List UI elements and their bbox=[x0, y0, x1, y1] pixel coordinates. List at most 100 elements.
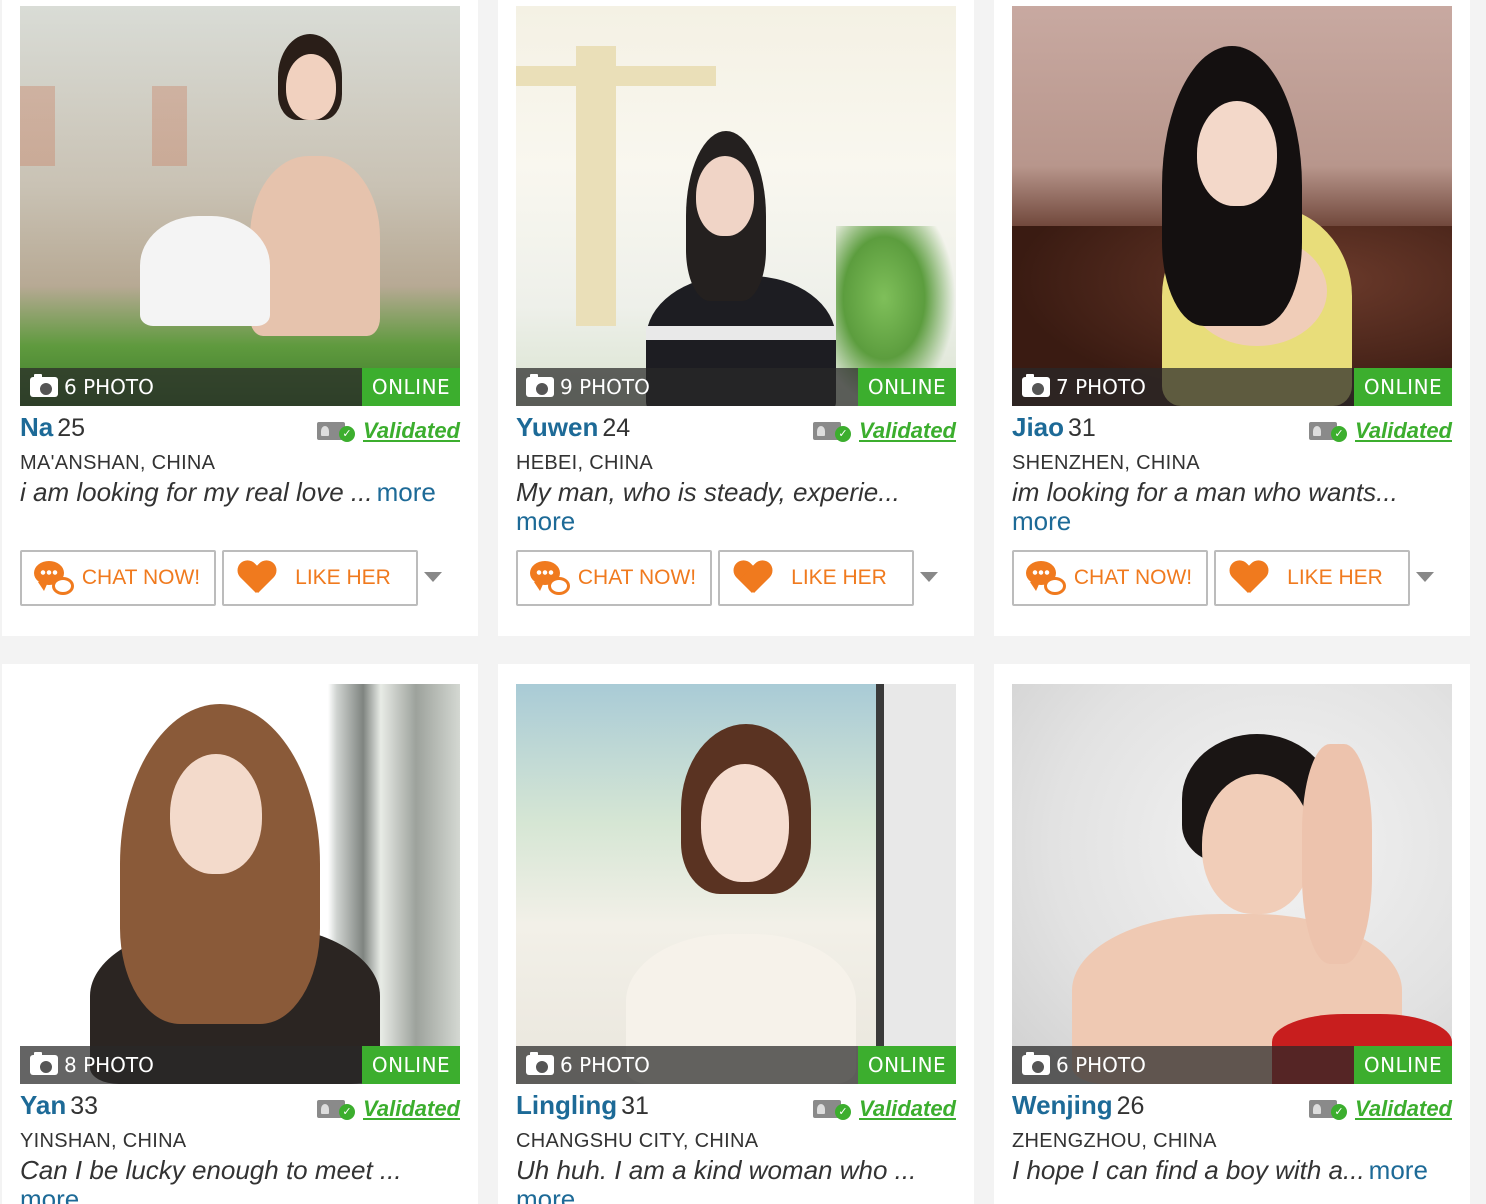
chat-now-button[interactable]: CHAT NOW! bbox=[1012, 550, 1208, 606]
chat-now-button[interactable]: CHAT NOW! bbox=[20, 550, 216, 606]
validated-badge[interactable]: ✓ Validated bbox=[317, 1096, 460, 1122]
chat-now-button[interactable]: CHAT NOW! bbox=[516, 550, 712, 606]
bio-text: My man, who is steady, experie... bbox=[516, 477, 900, 507]
validated-link[interactable]: Validated bbox=[1355, 1096, 1452, 1122]
bio-text: i am looking for my real love ... bbox=[20, 477, 373, 507]
profile-age: 31 bbox=[1068, 414, 1096, 442]
camera-icon bbox=[1022, 374, 1050, 397]
like-her-button[interactable]: LIKE HER bbox=[222, 550, 418, 606]
validated-link[interactable]: Validated bbox=[859, 1096, 956, 1122]
profile-photo[interactable]: 7 PHOTO ONLINE bbox=[1012, 6, 1452, 406]
chevron-down-icon[interactable] bbox=[920, 572, 938, 582]
profile-card: 8 PHOTO ONLINE Yan 33 ✓ Validated YINSHAN… bbox=[2, 664, 478, 1204]
more-link[interactable]: more bbox=[516, 507, 956, 536]
online-status-badge: ONLINE bbox=[362, 368, 460, 406]
profile-location: ZHENGZHOU, CHINA bbox=[1012, 1130, 1217, 1152]
id-verified-icon: ✓ bbox=[813, 420, 851, 442]
photo-count[interactable]: 7 PHOTO bbox=[1022, 368, 1146, 406]
profile-name-link[interactable]: Yan bbox=[20, 1090, 66, 1120]
profile-age: 24 bbox=[602, 414, 631, 442]
profile-name-link[interactable]: Jiao bbox=[1012, 412, 1064, 442]
photo-count-label: 6 PHOTO bbox=[560, 1053, 650, 1077]
validated-link[interactable]: Validated bbox=[859, 418, 956, 444]
validated-badge[interactable]: ✓ Validated bbox=[1309, 1096, 1452, 1122]
like-her-label: LIKE HER bbox=[1287, 566, 1383, 589]
profile-name-link[interactable]: Yuwen bbox=[516, 412, 598, 442]
profile-location: SHENZHEN, CHINA bbox=[1012, 452, 1200, 474]
validated-link[interactable]: Validated bbox=[363, 418, 460, 444]
validated-link[interactable]: Validated bbox=[1355, 418, 1452, 444]
online-status-badge: ONLINE bbox=[1354, 1046, 1452, 1084]
id-verified-icon: ✓ bbox=[317, 1098, 355, 1120]
profile-photo[interactable]: 6 PHOTO ONLINE bbox=[516, 684, 956, 1084]
chevron-down-icon[interactable] bbox=[424, 572, 442, 582]
photo-count[interactable]: 8 PHOTO bbox=[30, 1046, 154, 1084]
profile-bio: i am looking for my real love ... more bbox=[20, 478, 460, 507]
online-status-badge: ONLINE bbox=[1354, 368, 1452, 406]
profile-grid: 6 PHOTO ONLINE Na 25 ✓ Validated MA'ANSHA… bbox=[0, 0, 1486, 1204]
profile-bio: Uh huh. I am a kind woman who ... more bbox=[516, 1156, 956, 1204]
photo-count[interactable]: 6 PHOTO bbox=[1022, 1046, 1146, 1084]
photo-count[interactable]: 9 PHOTO bbox=[526, 368, 650, 406]
photo-count-label: 8 PHOTO bbox=[64, 1053, 154, 1077]
profile-photo[interactable]: 6 PHOTO ONLINE bbox=[20, 6, 460, 406]
camera-icon bbox=[526, 1052, 554, 1075]
chat-bubbles-icon bbox=[530, 561, 570, 595]
validated-badge[interactable]: ✓ Validated bbox=[1309, 418, 1452, 444]
profile-location: MA'ANSHAN, CHINA bbox=[20, 452, 216, 474]
profile-name-link[interactable]: Na bbox=[20, 412, 53, 442]
like-her-button[interactable]: LIKE HER bbox=[1214, 550, 1410, 606]
photo-count-label: 6 PHOTO bbox=[1056, 1053, 1146, 1077]
profile-age: 33 bbox=[70, 1092, 99, 1120]
id-verified-icon: ✓ bbox=[1309, 420, 1347, 442]
validated-badge[interactable]: ✓ Validated bbox=[317, 418, 460, 444]
profile-photo[interactable]: 6 PHOTO ONLINE bbox=[1012, 684, 1452, 1084]
chat-now-label: CHAT NOW! bbox=[1073, 566, 1193, 589]
online-status-badge: ONLINE bbox=[362, 1046, 460, 1084]
camera-icon bbox=[30, 374, 58, 397]
photo-count[interactable]: 6 PHOTO bbox=[526, 1046, 650, 1084]
more-link[interactable]: more bbox=[377, 477, 436, 507]
profile-card: 6 PHOTO ONLINE Wenjing 26 ✓ Validated ZHE… bbox=[994, 664, 1470, 1204]
more-link[interactable]: more bbox=[516, 1185, 956, 1204]
camera-icon bbox=[1022, 1052, 1050, 1075]
bio-text: Uh huh. I am a kind woman who ... bbox=[516, 1155, 917, 1185]
profile-photo[interactable]: 9 PHOTO ONLINE bbox=[516, 6, 956, 406]
profile-name-link[interactable]: Lingling bbox=[516, 1090, 617, 1120]
bio-text: im looking for a man who wants... bbox=[1012, 477, 1398, 507]
like-her-label: LIKE HER bbox=[295, 566, 391, 589]
more-link[interactable]: more bbox=[1012, 507, 1452, 536]
profile-age: 31 bbox=[621, 1092, 649, 1120]
more-link[interactable]: more bbox=[1369, 1155, 1428, 1185]
chat-now-label: CHAT NOW! bbox=[81, 566, 201, 589]
photo-count[interactable]: 6 PHOTO bbox=[30, 368, 154, 406]
validated-link[interactable]: Validated bbox=[363, 1096, 460, 1122]
validated-badge[interactable]: ✓ Validated bbox=[813, 1096, 956, 1122]
profile-card: 9 PHOTO ONLINE Yuwen 24 ✓ Validated HEBEI… bbox=[498, 0, 974, 636]
like-her-label: LIKE HER bbox=[791, 566, 887, 589]
profile-location: YINSHAN, CHINA bbox=[20, 1130, 187, 1152]
profile-photo[interactable]: 8 PHOTO ONLINE bbox=[20, 684, 460, 1084]
camera-icon bbox=[526, 374, 554, 397]
profile-age: 26 bbox=[1116, 1092, 1145, 1120]
profile-location: CHANGSHU CITY, CHINA bbox=[516, 1130, 759, 1152]
id-verified-icon: ✓ bbox=[317, 420, 355, 442]
photo-count-label: 9 PHOTO bbox=[560, 375, 650, 399]
validated-badge[interactable]: ✓ Validated bbox=[813, 418, 956, 444]
online-status-badge: ONLINE bbox=[858, 1046, 956, 1084]
online-status-badge: ONLINE bbox=[858, 368, 956, 406]
chevron-down-icon[interactable] bbox=[1416, 572, 1434, 582]
profile-bio: Can I be lucky enough to meet ... more bbox=[20, 1156, 460, 1204]
chat-now-label: CHAT NOW! bbox=[577, 566, 697, 589]
chat-bubbles-icon bbox=[34, 561, 74, 595]
profile-name-link[interactable]: Wenjing bbox=[1012, 1090, 1113, 1120]
camera-icon bbox=[30, 1052, 58, 1075]
heart-icon bbox=[734, 561, 772, 595]
more-link[interactable]: more bbox=[20, 1185, 460, 1204]
profile-location: HEBEI, CHINA bbox=[516, 452, 653, 474]
profile-bio: My man, who is steady, experie... more bbox=[516, 478, 956, 536]
photo-count-label: 6 PHOTO bbox=[64, 375, 154, 399]
bio-text: Can I be lucky enough to meet ... bbox=[20, 1155, 402, 1185]
like-her-button[interactable]: LIKE HER bbox=[718, 550, 914, 606]
id-verified-icon: ✓ bbox=[813, 1098, 851, 1120]
